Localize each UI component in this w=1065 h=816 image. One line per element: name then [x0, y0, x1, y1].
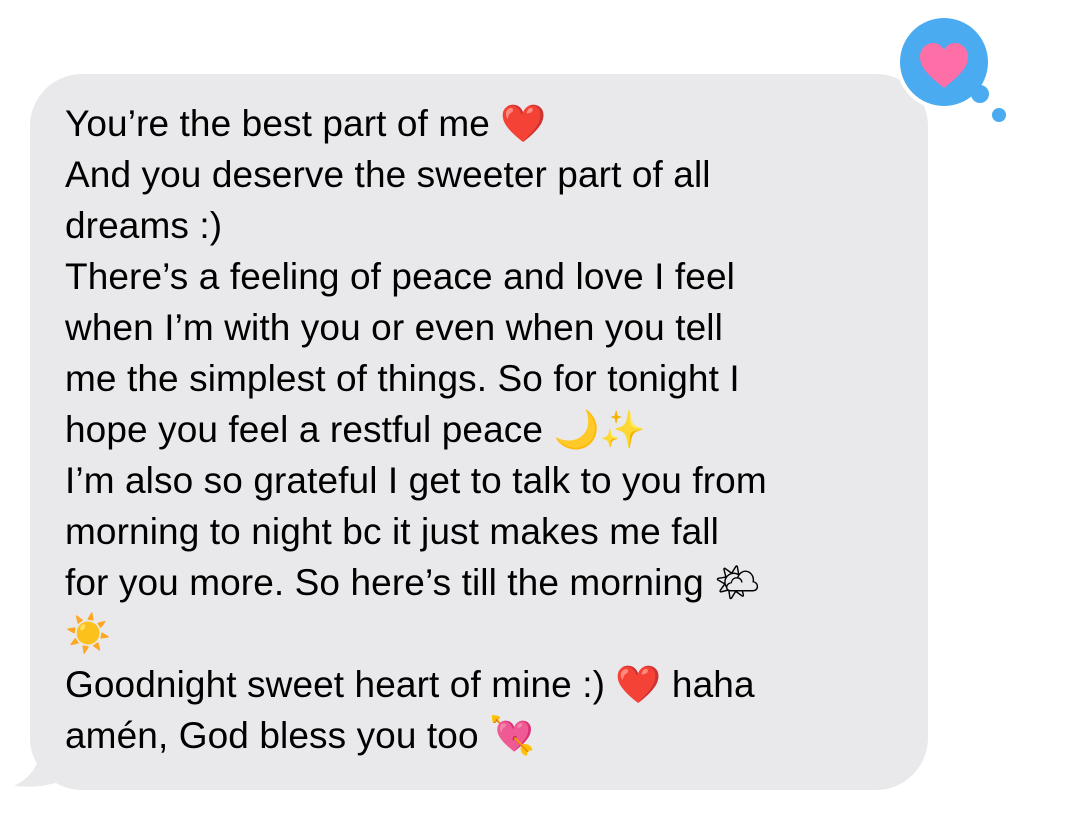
message-line: for you more. So here’s till the morning… — [65, 562, 762, 603]
message-line: dreams :) — [65, 205, 223, 246]
message-line: There’s a feeling of peace and love I fe… — [65, 256, 735, 297]
message-line: me the simplest of things. So for tonigh… — [65, 358, 740, 399]
message-line: amén, God bless you too 💘 — [65, 715, 536, 756]
message-line: when I’m with you or even when you tell — [65, 307, 723, 348]
message-line: hope you feel a restful peace 🌙✨ — [65, 409, 646, 450]
heart-tapback-reaction[interactable] — [892, 10, 1012, 125]
message-text: You’re the best part of me ❤️ And you de… — [65, 98, 915, 761]
message-line: I’m also so grateful I get to talk to yo… — [65, 460, 767, 501]
message-line: morning to night bc it just makes me fal… — [65, 511, 719, 552]
message-line: You’re the best part of me ❤️ — [65, 103, 547, 144]
message-line: ☀️ — [65, 613, 112, 654]
message-line: And you deserve the sweeter part of all — [65, 154, 711, 195]
message-thread: You’re the best part of me ❤️ And you de… — [0, 0, 1065, 816]
message-line: Goodnight sweet heart of mine :) ❤️ haha — [65, 664, 755, 705]
